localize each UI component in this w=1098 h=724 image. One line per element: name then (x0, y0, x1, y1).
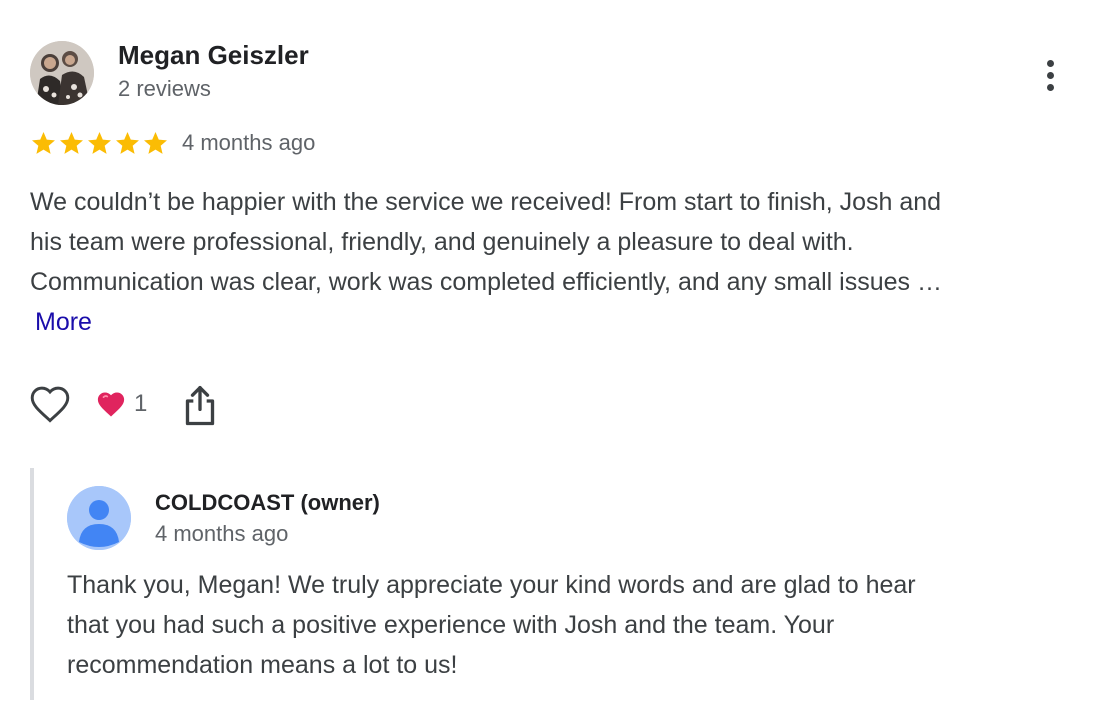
like-button[interactable] (28, 383, 72, 427)
star-icon (32, 132, 55, 154)
star-icon (116, 132, 139, 154)
more-vert-icon-dot (1046, 83, 1054, 91)
review-timestamp: 4 months ago (182, 130, 316, 155)
star-icon (88, 132, 111, 154)
reaction-count: 1 (134, 390, 148, 417)
review-text-line: Communication was clear, work was comple… (30, 268, 942, 296)
reply-text-line: that you had such a positive experience … (67, 611, 835, 639)
star-icon (60, 132, 83, 154)
review-text: We couldn’t be happier with the service … (30, 182, 1075, 302)
share-icon (185, 385, 215, 426)
reviewer-name[interactable]: Megan Geiszler (118, 40, 309, 71)
reviewer-photo (30, 41, 94, 105)
owner-reply: COLDCOAST (owner) 4 months ago Thank you… (30, 468, 1074, 700)
owner-reply-timestamp: 4 months ago (155, 521, 289, 546)
reaction-summary[interactable]: 1 (96, 388, 147, 420)
reply-text-line: Thank you, Megan! We truly appreciate yo… (67, 571, 916, 599)
reviewer-review-count: 2 reviews (118, 76, 211, 101)
more-link[interactable]: More (35, 302, 92, 342)
share-button[interactable] (180, 384, 220, 428)
review-text-line: his team were professional, friendly, an… (30, 228, 854, 256)
red-heart-icon (97, 392, 125, 417)
review-card: Megan Geiszler 2 reviews 4 months ago We… (0, 0, 1098, 724)
star-rating (30, 130, 169, 157)
more-vert-icon-dot (1046, 59, 1054, 67)
owner-reply-text: Thank you, Megan! We truly appreciate yo… (67, 565, 916, 685)
star-icon (144, 132, 167, 154)
heart-outline-icon (30, 386, 70, 423)
owner-name: COLDCOAST (owner) (155, 490, 380, 515)
reply-text-line: recommendation means a lot to us! (67, 651, 458, 679)
person-icon (67, 486, 131, 550)
reviewer-avatar[interactable] (30, 41, 94, 105)
review-text-line: We couldn’t be happier with the service … (30, 188, 942, 216)
more-options-button[interactable] (1030, 55, 1070, 95)
owner-avatar (67, 486, 131, 550)
more-vert-icon-dot (1046, 71, 1054, 79)
